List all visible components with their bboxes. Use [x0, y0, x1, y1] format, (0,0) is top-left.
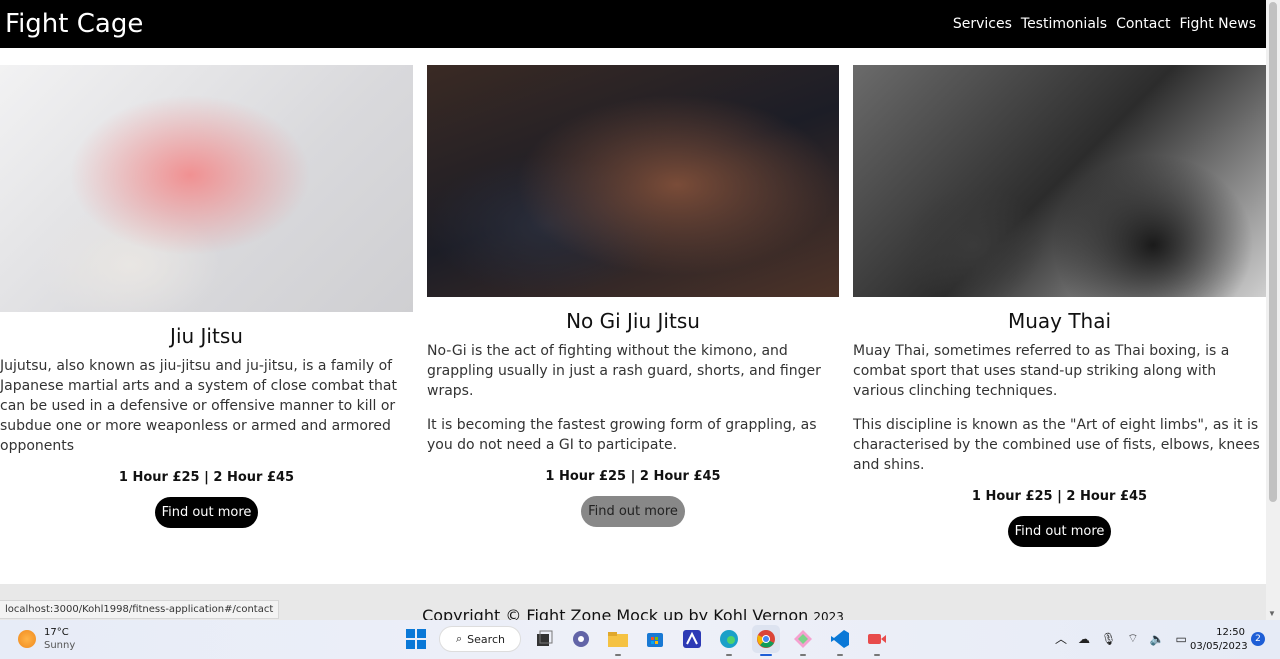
taskbar-search[interactable]: ⌕ Search	[439, 626, 521, 652]
weather-description: Sunny	[44, 640, 76, 651]
service-card-no-gi: No Gi Jiu Jitsu No-Gi is the act of figh…	[427, 65, 839, 527]
scrollbar-thumb[interactable]	[1269, 2, 1277, 502]
card-description: This discipline is known as the "Art of …	[853, 417, 1260, 473]
search-icon: ⌕	[456, 632, 463, 645]
card-title: No Gi Jiu Jitsu	[566, 309, 700, 333]
vertical-scrollbar[interactable]: ▼	[1266, 0, 1280, 620]
notification-badge[interactable]: 2	[1251, 632, 1265, 646]
task-view-icon[interactable]	[530, 625, 558, 653]
find-out-more-button[interactable]: Find out more	[581, 496, 685, 527]
card-description: Jujutsu, also known as jiu-jitsu and ju-…	[0, 358, 397, 454]
card-price: 1 Hour £25 | 2 Hour £45	[971, 489, 1148, 504]
find-out-more-button[interactable]: Find out more	[154, 497, 259, 528]
vscode-icon[interactable]	[826, 625, 854, 656]
chevron-up-icon[interactable]: ︿	[1055, 630, 1067, 647]
nav-link-services[interactable]: Services	[953, 16, 1012, 32]
scroll-down-arrow-icon[interactable]: ▼	[1268, 609, 1276, 618]
clock-time: 12:50	[1216, 627, 1245, 638]
card-description: Muay Thai, sometimes referred to as Thai…	[853, 343, 1230, 399]
no-gi-image	[427, 65, 839, 297]
muay-thai-image	[853, 65, 1266, 297]
find-out-more-button[interactable]: Find out more	[1007, 516, 1112, 547]
battery-icon[interactable]: ▭	[1175, 632, 1186, 646]
nav-link-contact[interactable]: Contact	[1116, 16, 1170, 32]
card-title: Muay Thai	[1007, 309, 1112, 333]
editor-app-icon[interactable]	[678, 625, 706, 653]
weather-temperature: 17°C	[44, 627, 69, 638]
weather-widget[interactable]: 17°C Sunny	[18, 626, 75, 652]
taskbar-clock[interactable]: 12:50 03/05/2023	[1190, 626, 1248, 654]
onedrive-cloud-icon[interactable]: ☁	[1078, 632, 1090, 646]
microphone-icon[interactable]: 🎙	[1101, 632, 1116, 646]
card-price: 1 Hour £25 | 2 Hour £45	[118, 470, 295, 485]
windows-start-icon[interactable]	[402, 625, 430, 653]
brand-logo[interactable]: Fight Cage	[5, 9, 143, 39]
sun-icon	[18, 630, 36, 648]
card-price: 1 Hour £25 | 2 Hour £45	[545, 469, 721, 484]
teams-chat-icon[interactable]	[567, 625, 595, 653]
status-bar-url: localhost:3000/Kohl1998/fitness-applicat…	[0, 600, 280, 619]
speaker-icon[interactable]: 🔈	[1150, 632, 1165, 646]
card-description: No-Gi is the act of fighting without the…	[427, 343, 821, 399]
card-title: Jiu Jitsu	[170, 324, 243, 348]
navbar: Fight Cage Services Testimonials Contact…	[0, 0, 1266, 48]
microsoft-store-icon[interactable]	[641, 625, 669, 653]
system-tray: ︿ ☁ 🎙 ⌔ 🔈 ▭	[1055, 630, 1187, 647]
service-card-muay-thai: Muay Thai Muay Thai, sometimes referred …	[853, 65, 1266, 547]
app-icon[interactable]	[789, 625, 817, 656]
card-description: It is becoming the fastest growing form …	[427, 417, 817, 453]
file-explorer-icon[interactable]	[604, 625, 632, 656]
nav-link-fight-news[interactable]: Fight News	[1180, 16, 1256, 32]
wifi-icon[interactable]: ⌔	[1127, 631, 1138, 646]
jiu-jitsu-image	[0, 65, 413, 312]
nav-links: Services Testimonials Contact Fight News	[953, 16, 1256, 32]
edge-browser-icon[interactable]	[715, 625, 743, 656]
video-recorder-icon[interactable]	[863, 625, 891, 656]
service-card-jiu-jitsu: Jiu Jitsu Jujutsu, also known as jiu-jit…	[0, 65, 413, 528]
chrome-browser-icon[interactable]	[752, 625, 780, 656]
taskbar-apps: ⌕ Search	[402, 625, 891, 656]
nav-link-testimonials[interactable]: Testimonials	[1021, 16, 1107, 32]
windows-taskbar: 17°C Sunny ⌕ Search ︿ ☁ 🎙 ⌔ 🔈 ▭ 12:50 03…	[0, 620, 1280, 659]
clock-date: 03/05/2023	[1190, 641, 1248, 652]
